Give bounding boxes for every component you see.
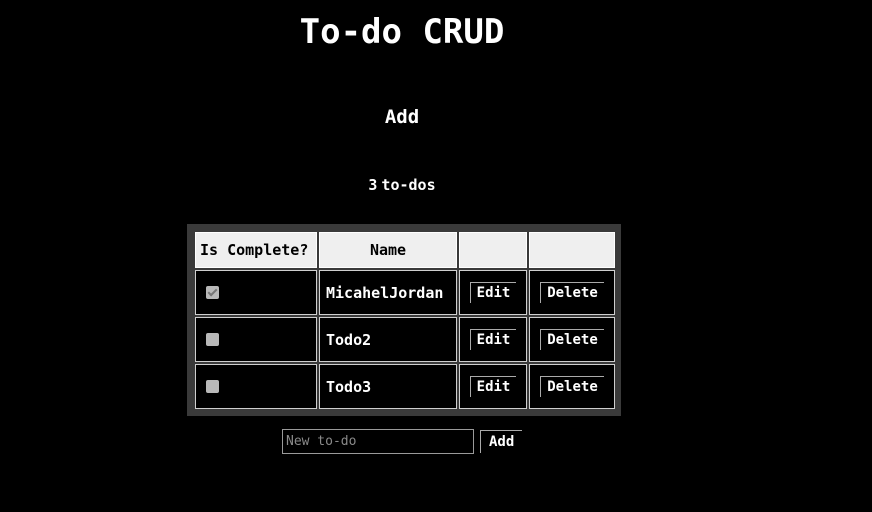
delete-cell: Delete xyxy=(529,317,615,362)
todo-count-number: 3 xyxy=(368,176,378,194)
delete-button[interactable]: Delete xyxy=(540,329,604,350)
todo-table: Is Complete? Name MicahelJordan Edit Del… xyxy=(193,230,617,411)
header-delete xyxy=(529,232,615,268)
add-heading: Add xyxy=(384,106,420,128)
table-row: Todo3 Edit Delete xyxy=(195,364,615,409)
complete-checkbox[interactable] xyxy=(206,379,219,393)
complete-cell xyxy=(195,270,317,315)
table-row: MicahelJordan Edit Delete xyxy=(195,270,615,315)
new-todo-input[interactable] xyxy=(282,429,474,454)
todo-name: MicahelJordan xyxy=(319,270,457,315)
delete-cell: Delete xyxy=(529,364,615,409)
delete-button[interactable]: Delete xyxy=(540,282,604,303)
todo-name: Todo2 xyxy=(319,317,457,362)
edit-cell: Edit xyxy=(459,270,527,315)
header-edit xyxy=(459,232,527,268)
page-title: To-do CRUD xyxy=(299,12,505,52)
complete-checkbox[interactable] xyxy=(206,332,219,346)
edit-cell: Edit xyxy=(459,364,527,409)
complete-cell xyxy=(195,317,317,362)
table-header-row: Is Complete? Name xyxy=(195,232,615,268)
edit-button[interactable]: Edit xyxy=(469,282,517,303)
delete-cell: Delete xyxy=(529,270,615,315)
table-row: Todo2 Edit Delete xyxy=(195,317,615,362)
complete-checkbox[interactable] xyxy=(206,285,219,299)
delete-button[interactable]: Delete xyxy=(540,376,604,397)
todo-count: 3 to-dos xyxy=(0,176,804,194)
edit-button[interactable]: Edit xyxy=(469,329,517,350)
edit-button[interactable]: Edit xyxy=(469,376,517,397)
complete-cell xyxy=(195,364,317,409)
header-name: Name xyxy=(319,232,457,268)
todo-name: Todo3 xyxy=(319,364,457,409)
todo-count-label: to-dos xyxy=(381,176,436,194)
add-todo-button[interactable]: Add xyxy=(480,430,523,453)
edit-cell: Edit xyxy=(459,317,527,362)
todo-table-frame: Is Complete? Name MicahelJordan Edit Del… xyxy=(187,224,621,416)
header-is-complete: Is Complete? xyxy=(195,232,317,268)
